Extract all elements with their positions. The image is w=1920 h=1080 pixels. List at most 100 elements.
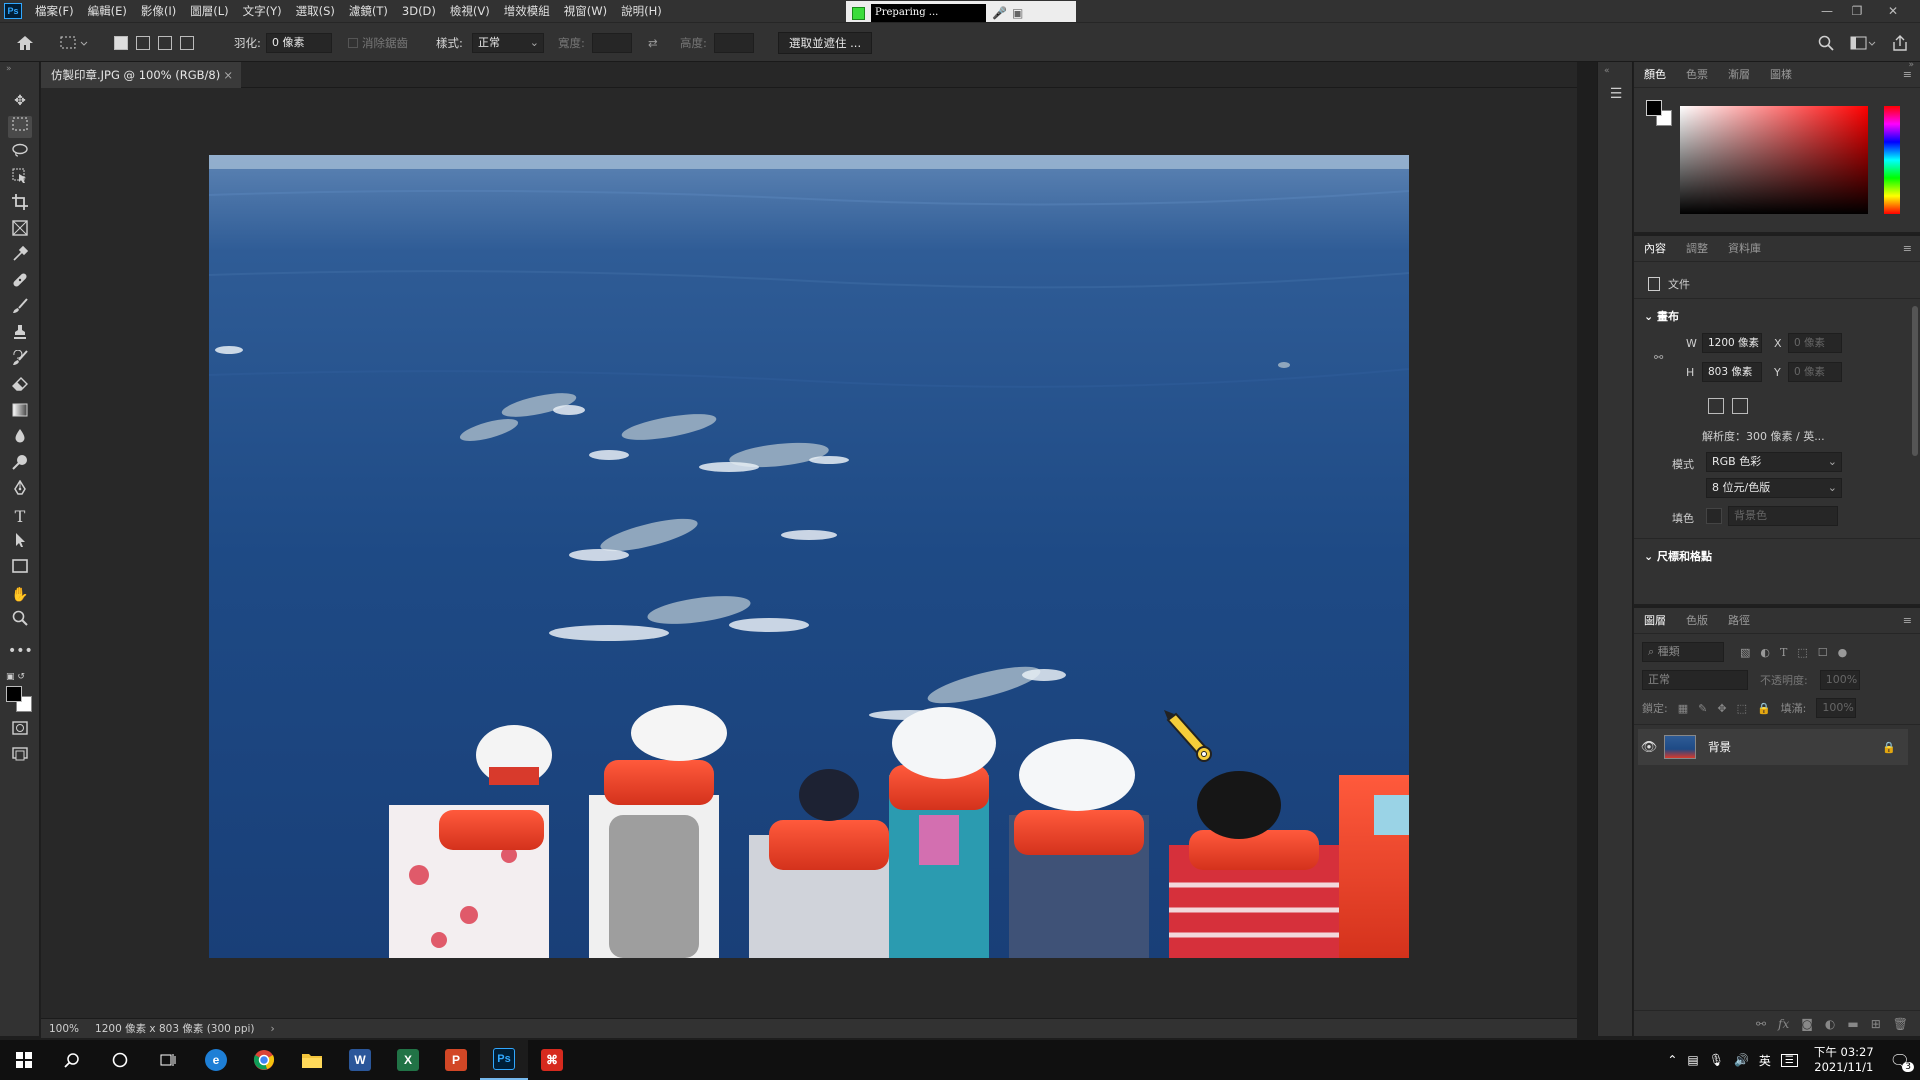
close-tab-icon[interactable]: × bbox=[223, 62, 233, 88]
object-select-tool-icon[interactable] bbox=[8, 168, 32, 190]
menu-window[interactable]: 視窗(W) bbox=[557, 0, 614, 22]
word-icon[interactable]: W bbox=[336, 1040, 384, 1080]
lock-position-icon[interactable]: ✥ bbox=[1717, 702, 1726, 715]
feather-input[interactable]: 0 像素 bbox=[266, 33, 332, 53]
landscape-icon[interactable] bbox=[1732, 398, 1748, 414]
tab-swatches[interactable]: 色票 bbox=[1676, 62, 1718, 88]
excel-icon[interactable]: X bbox=[384, 1040, 432, 1080]
rulers-section-header[interactable]: ⌄ 尺標和格點 bbox=[1644, 548, 1712, 564]
intersect-selection-icon[interactable] bbox=[180, 36, 194, 50]
notification-center-icon[interactable]: 🗨 3 bbox=[1890, 1051, 1914, 1072]
properties-scrollbar[interactable] bbox=[1912, 306, 1918, 456]
move-tool-icon[interactable]: ✥ bbox=[8, 90, 32, 112]
width-input[interactable] bbox=[592, 33, 632, 53]
adjustment-layer-icon[interactable]: ◐ bbox=[1825, 1017, 1835, 1031]
search-icon[interactable] bbox=[48, 1040, 96, 1080]
menu-layer[interactable]: 圖層(L) bbox=[183, 0, 235, 22]
select-and-mask-button[interactable]: 選取並遮住 ... bbox=[778, 32, 873, 54]
gradient-tool-icon[interactable] bbox=[8, 402, 32, 424]
filter-pixel-icon[interactable]: ▧ bbox=[1740, 646, 1750, 659]
zoom-level[interactable]: 100% bbox=[49, 1023, 79, 1035]
foreground-color-swatch[interactable] bbox=[6, 686, 22, 702]
tab-adjustments[interactable]: 調整 bbox=[1676, 236, 1718, 262]
screen-mode-icon[interactable] bbox=[8, 746, 32, 768]
ime-indicator[interactable]: 英 bbox=[1759, 1052, 1771, 1069]
tab-paths[interactable]: 路徑 bbox=[1718, 608, 1760, 634]
panel-menu-icon[interactable]: ≡ bbox=[1903, 236, 1912, 262]
quick-mask-icon[interactable] bbox=[8, 720, 32, 742]
new-selection-icon[interactable] bbox=[114, 36, 128, 50]
swap-icon[interactable]: ⇄ bbox=[648, 23, 658, 63]
minimize-icon[interactable]: — bbox=[1812, 0, 1842, 22]
visibility-eye-icon[interactable]: 👁 bbox=[1638, 740, 1660, 755]
height-input[interactable] bbox=[714, 33, 754, 53]
search-icon[interactable] bbox=[1818, 23, 1834, 63]
dodge-tool-icon[interactable] bbox=[8, 454, 32, 476]
menu-help[interactable]: 說明(H) bbox=[614, 0, 669, 22]
share-icon[interactable] bbox=[1892, 23, 1908, 63]
hue-slider[interactable] bbox=[1884, 106, 1900, 214]
link-dimensions-icon[interactable]: ⚯ bbox=[1654, 351, 1663, 364]
layer-effects-icon[interactable]: fx bbox=[1778, 1017, 1789, 1031]
crop-tool-icon[interactable] bbox=[8, 194, 32, 216]
edge-browser-icon[interactable]: e bbox=[192, 1040, 240, 1080]
portrait-icon[interactable] bbox=[1708, 398, 1724, 414]
layer-fill-input[interactable]: 100% bbox=[1816, 698, 1857, 718]
tab-libraries[interactable]: 資料庫 bbox=[1718, 236, 1771, 262]
menu-type[interactable]: 文字(Y) bbox=[236, 0, 289, 22]
rect-marquee-tool-icon[interactable] bbox=[8, 116, 32, 138]
zoom-tool-icon[interactable] bbox=[8, 610, 32, 632]
menu-edit[interactable]: 編輯(E) bbox=[81, 0, 134, 22]
marquee-preset-icon[interactable] bbox=[60, 23, 88, 63]
windows-start-icon[interactable] bbox=[0, 1040, 48, 1080]
blend-mode-select[interactable]: 正常 bbox=[1642, 670, 1748, 690]
add-mask-icon[interactable]: ◙ bbox=[1801, 1017, 1813, 1031]
clock[interactable]: 下午 03:27 2021/11/1 bbox=[1814, 1045, 1874, 1075]
task-view-icon[interactable] bbox=[144, 1040, 192, 1080]
layer-row-background[interactable]: 👁 背景 🔒 bbox=[1638, 729, 1908, 765]
layer-kind-filter[interactable]: ⌕ 種類 bbox=[1642, 642, 1724, 662]
chrome-icon[interactable] bbox=[240, 1040, 288, 1080]
tab-patterns[interactable]: 圖樣 bbox=[1760, 62, 1802, 88]
filter-shape-icon[interactable]: ⬚ bbox=[1797, 646, 1807, 659]
show-hidden-icons[interactable]: ⌃ bbox=[1667, 1053, 1677, 1067]
restore-icon[interactable]: ❐ bbox=[1842, 0, 1872, 22]
layer-name[interactable]: 背景 bbox=[1708, 739, 1731, 755]
lock-transparent-icon[interactable]: ▦ bbox=[1678, 702, 1688, 715]
width-field[interactable]: 1200 像素 bbox=[1702, 333, 1762, 353]
fg-bg-swatch[interactable] bbox=[1646, 100, 1674, 128]
canvas-section-header[interactable]: ⌄ 畫布 bbox=[1644, 308, 1679, 324]
microphone-icon[interactable]: 🎤 bbox=[992, 6, 1007, 20]
menu-plugins[interactable]: 增效模組 bbox=[497, 0, 557, 22]
brush-tool-icon[interactable] bbox=[8, 298, 32, 320]
menu-filter[interactable]: 濾鏡(T) bbox=[342, 0, 395, 22]
antialias-checkbox[interactable]: 消除鋸齒 bbox=[348, 23, 408, 63]
document-tab[interactable]: 仿製印章.JPG @ 100% (RGB/8) × bbox=[41, 62, 241, 88]
menu-file[interactable]: 檔案(F) bbox=[28, 0, 81, 22]
lasso-tool-icon[interactable] bbox=[8, 142, 32, 164]
collapse-toolbar-icon[interactable]: » bbox=[6, 64, 12, 74]
panel-menu-icon[interactable]: ≡ bbox=[1903, 62, 1912, 88]
home-icon[interactable] bbox=[16, 23, 34, 63]
pen-tool-icon[interactable] bbox=[8, 479, 32, 502]
document-canvas[interactable] bbox=[209, 155, 1409, 958]
eraser-tool-icon[interactable] bbox=[8, 376, 32, 398]
file-explorer-icon[interactable] bbox=[288, 1040, 336, 1080]
delete-layer-icon[interactable]: 🗑 bbox=[1893, 1017, 1908, 1031]
camera-icon[interactable]: ▣ bbox=[1012, 6, 1026, 20]
menu-image[interactable]: 影像(I) bbox=[134, 0, 183, 22]
tab-properties[interactable]: 內容 bbox=[1634, 236, 1676, 262]
volume-icon[interactable]: 🔊 bbox=[1734, 1053, 1749, 1067]
fill-select[interactable]: 背景色 bbox=[1728, 506, 1838, 526]
default-colors-icon[interactable]: ▣ ↺ bbox=[6, 666, 30, 688]
ime-mode-icon[interactable]: ☰ bbox=[1780, 1053, 1798, 1067]
type-tool-icon[interactable]: T bbox=[8, 506, 32, 528]
network-icon[interactable]: ▤ bbox=[1687, 1053, 1698, 1067]
height-field[interactable]: 803 像素 bbox=[1702, 362, 1762, 382]
clone-stamp-tool-icon[interactable] bbox=[8, 324, 32, 346]
menu-view[interactable]: 檢視(V) bbox=[443, 0, 497, 22]
rectangle-tool-icon[interactable] bbox=[8, 558, 32, 580]
photoshop-taskbar-icon[interactable]: Ps bbox=[480, 1040, 528, 1080]
blur-tool-icon[interactable] bbox=[8, 428, 32, 450]
filter-adjustment-icon[interactable]: ◐ bbox=[1760, 646, 1770, 659]
